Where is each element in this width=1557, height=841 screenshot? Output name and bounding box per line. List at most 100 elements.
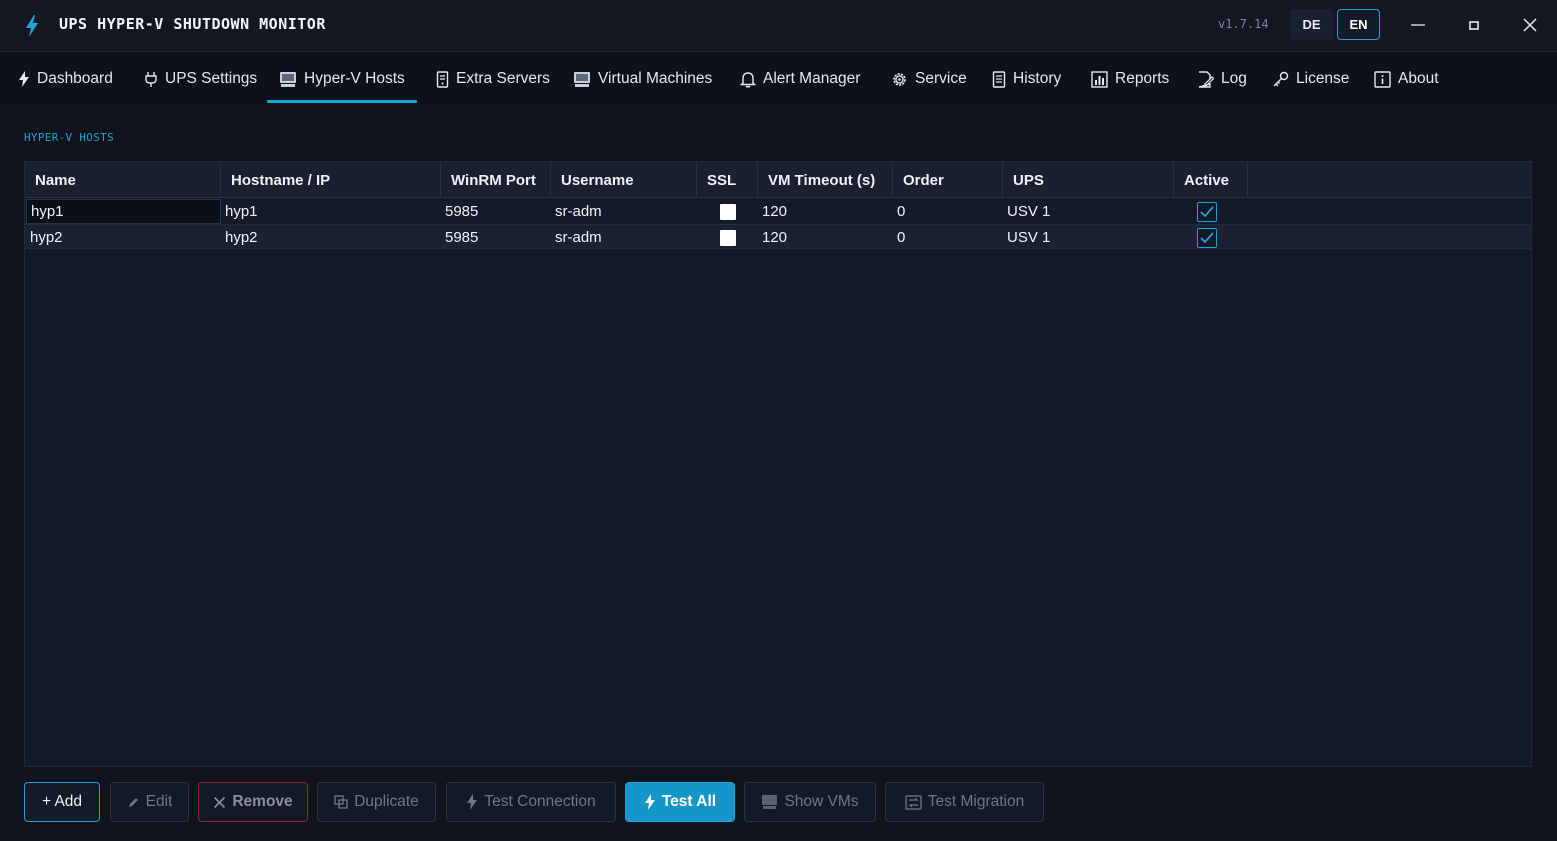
plug-icon <box>145 71 157 87</box>
cell-ssl[interactable] <box>720 225 736 250</box>
table-row[interactable]: hyp2 hyp2 5985 sr-adm 120 0 USV 1 <box>25 224 1531 249</box>
cell-ups[interactable]: USV 1 <box>1007 199 1050 224</box>
tab-label: Extra Servers <box>456 70 550 87</box>
column-header-winrm-port[interactable]: WinRM Port <box>441 162 551 198</box>
tab-reports[interactable]: Reports <box>1091 53 1169 105</box>
list-icon <box>992 70 1006 88</box>
info-icon <box>1374 70 1391 88</box>
bolt-icon <box>467 794 478 810</box>
tab-label: UPS Settings <box>165 70 258 87</box>
maximize-button[interactable] <box>1459 10 1489 40</box>
lang-en-button[interactable]: EN <box>1337 9 1380 40</box>
cell-hostname[interactable]: hyp2 <box>225 225 258 250</box>
tab-license[interactable]: License <box>1272 53 1349 105</box>
tab-label: Hyper-V Hosts <box>304 70 405 87</box>
column-header-hostname[interactable]: Hostname / IP <box>221 162 441 198</box>
tab-service[interactable]: Service <box>891 53 967 105</box>
bolt-icon <box>26 15 38 37</box>
tab-label: Reports <box>1115 70 1170 87</box>
tab-label: Dashboard <box>37 70 113 87</box>
edit-button[interactable]: Edit <box>110 782 189 822</box>
active-checkbox[interactable] <box>1197 227 1217 248</box>
tab-label: Log <box>1221 70 1247 87</box>
cell-port[interactable]: 5985 <box>445 225 478 250</box>
title-bar: UPS HYPER-V SHUTDOWN MONITOR v1.7.14 DE … <box>0 0 1557 52</box>
test-migration-button[interactable]: Test Migration <box>885 782 1044 822</box>
column-header-ups[interactable]: UPS <box>1003 162 1174 198</box>
tab-label: Service <box>915 70 967 87</box>
lang-de-button[interactable]: DE <box>1290 9 1333 40</box>
key-icon <box>1273 71 1289 86</box>
cell-order[interactable]: 0 <box>897 199 905 224</box>
duplicate-button[interactable]: Duplicate <box>317 782 436 822</box>
bolt-icon <box>644 794 655 810</box>
minimize-icon <box>1411 24 1425 26</box>
cell-ups[interactable]: USV 1 <box>1007 225 1050 250</box>
add-button[interactable]: + Add <box>24 782 100 822</box>
section-title: HYPER-V HOSTS <box>24 131 114 144</box>
cell-name[interactable]: hyp1 <box>26 199 221 224</box>
close-icon <box>1523 18 1537 32</box>
column-header-name[interactable]: Name <box>25 162 221 198</box>
maximize-icon <box>1469 21 1479 30</box>
test-migration-button-label: Test Migration <box>927 793 1025 810</box>
server-icon <box>280 71 296 87</box>
cell-timeout[interactable]: 120 <box>762 225 787 250</box>
remove-button[interactable]: Remove <box>198 782 308 822</box>
pencil-icon <box>128 797 138 807</box>
chart-icon <box>1091 70 1108 88</box>
tab-label: About <box>1398 70 1439 87</box>
cell-timeout[interactable]: 120 <box>762 199 787 224</box>
main-nav: Dashboard UPS Settings Hyper-V Hosts Ext… <box>0 53 1557 105</box>
column-header-active[interactable]: Active <box>1174 162 1248 198</box>
cell-active[interactable] <box>1197 225 1217 250</box>
tab-hyper-v-hosts[interactable]: Hyper-V Hosts <box>267 53 417 105</box>
cell-username[interactable]: sr-adm <box>555 225 602 250</box>
version-label: v1.7.14 <box>1218 17 1269 31</box>
tab-label: Alert Manager <box>763 70 861 87</box>
tab-dashboard[interactable]: Dashboard <box>18 53 113 105</box>
cell-username[interactable]: sr-adm <box>555 199 602 224</box>
ssl-checkbox[interactable] <box>720 229 736 246</box>
close-button[interactable] <box>1515 10 1545 40</box>
column-header-ssl[interactable]: SSL <box>697 162 758 198</box>
tab-history[interactable]: History <box>992 53 1061 105</box>
column-header-vm-timeout[interactable]: VM Timeout (s) <box>758 162 893 198</box>
check-icon <box>1200 205 1214 217</box>
table-row[interactable]: hyp1 hyp1 5985 sr-adm 120 0 USV 1 <box>25 199 1531 224</box>
monitor-icon <box>762 795 778 809</box>
cell-hostname[interactable]: hyp1 <box>225 199 258 224</box>
tab-label: Virtual Machines <box>598 70 713 87</box>
tower-icon <box>436 70 449 88</box>
app-title: UPS HYPER-V SHUTDOWN MONITOR <box>59 15 326 33</box>
tab-log[interactable]: Log <box>1197 53 1247 105</box>
column-header-order[interactable]: Order <box>893 162 1003 198</box>
cell-port[interactable]: 5985 <box>445 199 478 224</box>
show-vms-button[interactable]: Show VMs <box>744 782 876 822</box>
tab-label: License <box>1296 70 1350 87</box>
gear-icon <box>893 72 906 86</box>
test-connection-button[interactable]: Test Connection <box>446 782 616 822</box>
tab-about[interactable]: About <box>1374 53 1439 105</box>
check-icon <box>1200 231 1214 243</box>
minimize-button[interactable] <box>1403 10 1433 40</box>
tab-alert-manager[interactable]: Alert Manager <box>740 53 860 105</box>
test-all-button[interactable]: Test All <box>625 782 735 822</box>
cell-ssl[interactable] <box>720 199 736 224</box>
edit-icon <box>1198 70 1214 88</box>
cell-active[interactable] <box>1197 199 1217 224</box>
ssl-checkbox[interactable] <box>720 203 736 220</box>
edit-button-label: Edit <box>145 793 173 810</box>
cell-name[interactable]: hyp2 <box>30 225 63 250</box>
close-icon <box>214 796 226 808</box>
active-checkbox[interactable] <box>1197 201 1217 222</box>
monitor-icon <box>574 71 590 87</box>
tab-label: History <box>1013 70 1062 87</box>
duplicate-button-label: Duplicate <box>354 793 419 810</box>
tab-ups-settings[interactable]: UPS Settings <box>144 53 257 105</box>
tab-extra-servers[interactable]: Extra Servers <box>436 53 550 105</box>
tab-virtual-machines[interactable]: Virtual Machines <box>573 53 712 105</box>
cell-order[interactable]: 0 <box>897 225 905 250</box>
column-header-username[interactable]: Username <box>551 162 697 198</box>
copy-icon <box>334 795 348 809</box>
